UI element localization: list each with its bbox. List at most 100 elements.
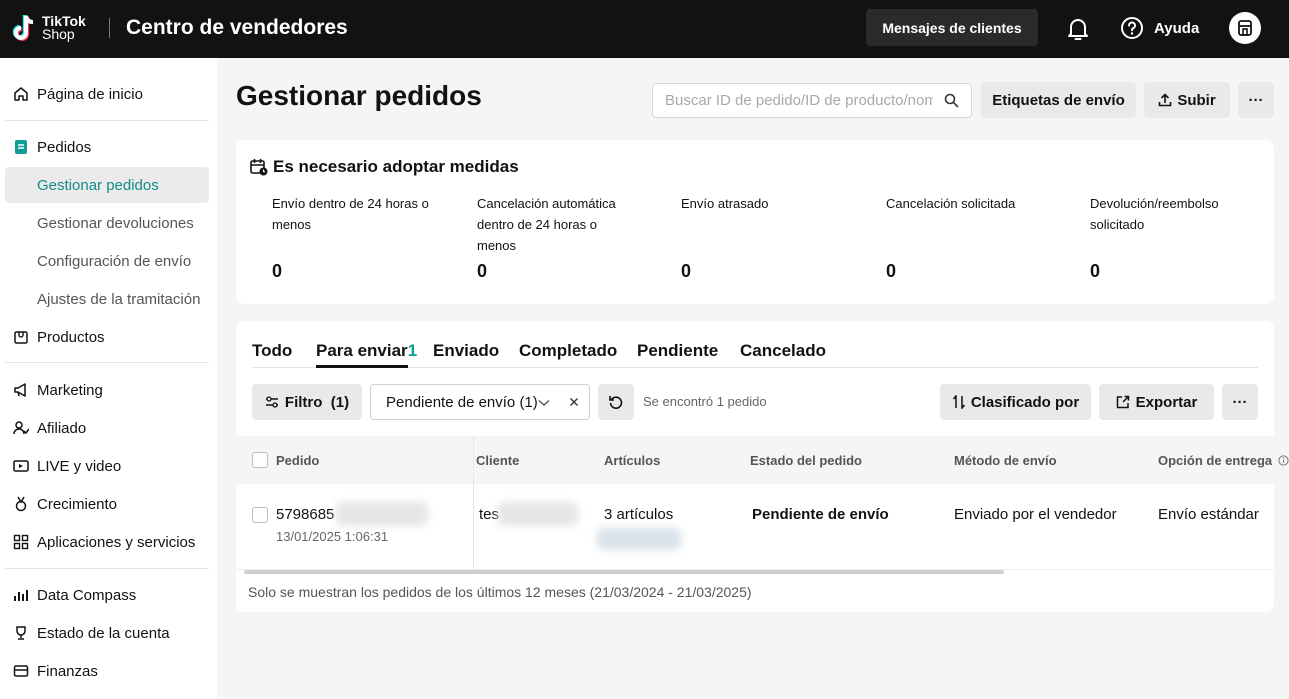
sidebar-item-finance[interactable]: Finanzas [0, 653, 217, 689]
logo-text: TikTok Shop [42, 14, 86, 42]
column-header-customer: Cliente [476, 453, 520, 468]
sidebar-item-home[interactable]: Página de inicio [0, 76, 217, 112]
sidebar-item-label: Pedidos [37, 138, 92, 156]
order-id-link[interactable]: 5798685 [276, 506, 334, 523]
topbar-divider [109, 18, 110, 38]
tiktok-shop-logo[interactable]: TikTok Shop [12, 13, 86, 43]
filter-button[interactable]: Filtro (1) [252, 384, 362, 420]
export-icon [1116, 395, 1129, 409]
affiliate-icon [13, 420, 29, 436]
metric-label-late-shipping[interactable]: Envío atrasado [681, 193, 861, 214]
sidebar-divider [5, 568, 209, 569]
sidebar-item-manage-orders[interactable]: Gestionar pedidos [5, 167, 209, 203]
active-tab-indicator [316, 365, 408, 368]
sort-button[interactable]: Clasificado por [940, 384, 1091, 420]
column-header-shipping-method: Método de envío [954, 453, 1057, 468]
sidebar-item-label: Productos [37, 328, 105, 346]
filter-label: Filtro [284, 393, 323, 411]
column-header-order: Pedido [276, 453, 320, 468]
metric-label-refund-requested[interactable]: Devolución/reembolso solicitado [1090, 193, 1240, 235]
metric-label-ship-24h[interactable]: Envío dentro de 24 horas o menos [272, 193, 452, 235]
sidebar-item-growth[interactable]: Crecimiento [0, 486, 217, 522]
sidebar-item-orders[interactable]: Pedidos [0, 129, 217, 165]
sidebar-item-processing-settings[interactable]: Ajustes de la tramitación [5, 281, 209, 317]
status-select-value: Pendiente de envío (1) [386, 393, 538, 411]
metric-label-cancel-requested[interactable]: Cancelación solicitada [886, 193, 1066, 214]
logo-line2: Shop [42, 26, 75, 42]
horizontal-scrollbar[interactable] [244, 570, 1004, 574]
shipping-method: Enviado por el vendedor [954, 506, 1117, 523]
header-more-button[interactable]: ··· [1238, 82, 1274, 118]
sticky-column-divider [473, 436, 474, 569]
export-button[interactable]: Exportar [1099, 384, 1214, 420]
metric-value-cancel-requested: 0 [886, 261, 897, 281]
tab-to-ship[interactable]: Para enviar1 [316, 341, 417, 361]
megaphone-icon [13, 382, 29, 398]
apps-grid-icon [13, 534, 29, 550]
order-status-select[interactable]: Pendiente de envío (1) [370, 384, 590, 420]
tab-shipped[interactable]: Enviado [433, 341, 499, 361]
filter-sliders-icon [265, 396, 278, 408]
home-icon [13, 86, 29, 102]
info-icon[interactable] [1278, 455, 1289, 466]
help-icon[interactable] [1120, 16, 1144, 40]
results-count-text: Se encontró 1 pedido [643, 394, 767, 409]
clear-icon[interactable] [569, 397, 579, 407]
products-icon [13, 329, 29, 345]
refresh-icon [609, 396, 623, 409]
customer-messages-button[interactable]: Mensajes de clientes [866, 9, 1038, 46]
date-range-note: Solo se muestran los pedidos de los últi… [248, 584, 752, 600]
metric-value-late-shipping: 0 [681, 261, 692, 281]
video-icon [13, 458, 29, 474]
search-input[interactable] [653, 84, 933, 117]
sidebar-item-products[interactable]: Productos [0, 319, 217, 355]
customer-name: tes [479, 506, 500, 523]
bell-icon[interactable] [1066, 16, 1090, 42]
metric-value-auto-cancel: 0 [477, 261, 488, 281]
bar-chart-icon [13, 587, 29, 603]
column-header-items: Artículos [604, 453, 661, 468]
order-status: Pendiente de envío [752, 506, 889, 523]
upload-button[interactable]: Subir [1144, 82, 1230, 118]
store-icon [1238, 20, 1252, 36]
metric-label-auto-cancel[interactable]: Cancelación automática dentro de 24 hora… [477, 193, 627, 256]
search-icon[interactable] [944, 93, 959, 108]
sidebar-item-manage-returns[interactable]: Gestionar devoluciones [5, 205, 209, 241]
tab-cancelled[interactable]: Cancelado [740, 341, 826, 361]
sidebar-item-live-video[interactable]: LIVE y video [0, 448, 217, 484]
sidebar-item-marketing[interactable]: Marketing [0, 372, 217, 408]
sidebar-item-label: LIVE y video [37, 457, 122, 475]
sidebar-divider [5, 120, 209, 121]
items-link[interactable]: 3 artículos [604, 506, 673, 523]
sidebar-item-apps-services[interactable]: Aplicaciones y servicios [0, 524, 217, 560]
sidebar-item-account-status[interactable]: Estado de la cuenta [0, 615, 217, 651]
tab-pending[interactable]: Pendiente [637, 341, 718, 361]
sidebar-item-affiliate[interactable]: Afiliado [0, 410, 217, 446]
sort-label: Clasificado por [970, 393, 1080, 411]
select-all-checkbox[interactable] [252, 452, 268, 468]
app-title: Centro de vendedores [126, 16, 348, 39]
sidebar-item-data-compass[interactable]: Data Compass [0, 577, 217, 613]
upload-label: Subir [1177, 91, 1216, 109]
row-checkbox[interactable] [252, 507, 268, 523]
sidebar-item-label: Estado de la cuenta [37, 624, 170, 642]
delivery-option-label: Opción de entrega [1158, 453, 1273, 468]
tab-completed[interactable]: Completado [519, 341, 617, 361]
tiktok-note-icon [12, 15, 34, 41]
upload-icon [1159, 93, 1172, 107]
sidebar-item-label: Aplicaciones y servicios [37, 533, 196, 551]
help-label[interactable]: Ayuda [1154, 20, 1199, 37]
top-bar: TikTok Shop Centro de vendedores Mensaje… [0, 0, 1289, 58]
store-avatar[interactable] [1229, 12, 1261, 44]
tab-all[interactable]: Todo [252, 341, 292, 361]
page-title: Gestionar pedidos [236, 80, 482, 111]
shipping-labels-button[interactable]: Etiquetas de envío [981, 82, 1136, 118]
delivery-option: Envío estándar [1158, 506, 1259, 523]
export-label: Exportar [1135, 393, 1198, 411]
sidebar-item-label: Crecimiento [37, 495, 118, 513]
filters-more-button[interactable]: ··· [1222, 384, 1258, 420]
action-needed-title-text: Es necesario adoptar medidas [273, 157, 519, 176]
reset-filters-button[interactable] [598, 384, 634, 420]
sidebar-item-shipping-settings[interactable]: Configuración de envío [5, 243, 209, 279]
sidebar-item-label: Afiliado [37, 419, 87, 437]
